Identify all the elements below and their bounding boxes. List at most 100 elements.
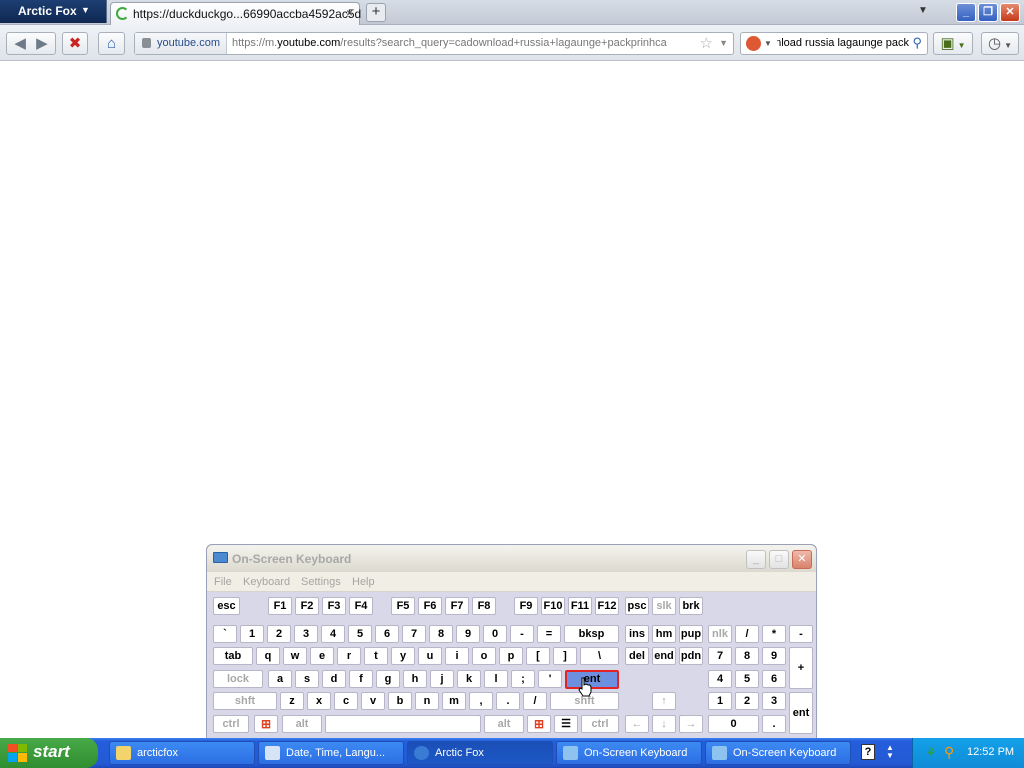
new-tab-button[interactable]: +: [366, 3, 386, 22]
key-w[interactable]: w: [283, 647, 307, 665]
menu-help[interactable]: Help: [352, 576, 375, 588]
menu-settings[interactable]: Settings: [301, 576, 341, 588]
scroll-arrows-icon[interactable]: ▲ ▼: [886, 744, 894, 760]
key-open-bracket[interactable]: [: [526, 647, 550, 665]
key-numpad-3[interactable]: 3: [762, 692, 786, 710]
back-arrow-icon[interactable]: ◀: [14, 35, 26, 52]
key-f1[interactable]: F1: [268, 597, 292, 615]
bookmark-star-icon[interactable]: ☆: [700, 34, 713, 52]
key-v[interactable]: v: [361, 692, 385, 710]
key-brk[interactable]: brk: [679, 597, 703, 615]
key-tab[interactable]: tab: [213, 647, 253, 665]
key-a[interactable]: a: [268, 670, 292, 688]
key-f4[interactable]: F4: [349, 597, 373, 615]
home-button[interactable]: ⌂: [98, 32, 125, 55]
history-menu-button[interactable]: ◷ ▼: [981, 32, 1019, 55]
help-icon[interactable]: ?: [861, 744, 875, 760]
list-all-tabs-icon[interactable]: ▼: [918, 5, 928, 16]
key-f2[interactable]: F2: [295, 597, 319, 615]
key-right-alt[interactable]: alt: [484, 715, 524, 733]
key-q[interactable]: q: [256, 647, 280, 665]
key-numpad-8[interactable]: 8: [735, 647, 759, 665]
clock[interactable]: 12:52 PM: [967, 746, 1014, 758]
url-bar[interactable]: youtube.com https://m.youtube.com/result…: [134, 32, 734, 55]
key-numpad-enter[interactable]: ent: [789, 692, 813, 734]
minimize-button[interactable]: _: [956, 3, 976, 22]
key-f[interactable]: f: [349, 670, 373, 688]
forward-arrow-icon[interactable]: ▶: [36, 35, 48, 52]
key-left-shift[interactable]: shft: [213, 692, 277, 710]
key-l[interactable]: l: [484, 670, 508, 688]
key-hm[interactable]: hm: [652, 625, 676, 643]
key-del[interactable]: del: [625, 647, 649, 665]
key-end[interactable]: end: [652, 647, 676, 665]
key-j[interactable]: j: [430, 670, 454, 688]
key-y[interactable]: y: [391, 647, 415, 665]
search-bar[interactable]: ▼ download russia lagaunge pack ⚲: [740, 32, 928, 55]
key-n[interactable]: n: [415, 692, 439, 710]
key-f8[interactable]: F8: [472, 597, 496, 615]
key-h[interactable]: h: [403, 670, 427, 688]
key-close-bracket[interactable]: ]: [553, 647, 577, 665]
key-m[interactable]: m: [442, 692, 466, 710]
key-minus[interactable]: -: [510, 625, 534, 643]
key-psc[interactable]: psc: [625, 597, 649, 615]
key-f9[interactable]: F9: [514, 597, 538, 615]
key-t[interactable]: t: [364, 647, 388, 665]
site-identity-button[interactable]: youtube.com: [135, 33, 227, 54]
key-g[interactable]: g: [376, 670, 400, 688]
taskbar-item-arctic-fox[interactable]: Arctic Fox: [407, 741, 553, 765]
tab-active[interactable]: https://duckduckgo...66990accba4592ac5d …: [110, 2, 361, 25]
key-numpad-0[interactable]: 0: [708, 715, 759, 733]
key-r[interactable]: r: [337, 647, 361, 665]
key-backslash[interactable]: \: [580, 647, 619, 665]
key-9[interactable]: 9: [456, 625, 480, 643]
url-history-dropdown-icon[interactable]: ▼: [719, 38, 728, 48]
key-7[interactable]: 7: [402, 625, 426, 643]
key-f11[interactable]: F11: [568, 597, 592, 615]
key-comma[interactable]: ,: [469, 692, 493, 710]
stop-button[interactable]: ✖: [62, 32, 88, 55]
key-numpad-6[interactable]: 6: [762, 670, 786, 688]
key-2[interactable]: 2: [267, 625, 291, 643]
key-equals[interactable]: =: [537, 625, 561, 643]
taskbar-item-date-time[interactable]: Date, Time, Langu...: [258, 741, 404, 765]
key-menu[interactable]: ☰: [554, 715, 578, 733]
key-k[interactable]: k: [457, 670, 481, 688]
key-right-arrow[interactable]: →: [679, 715, 703, 733]
key-left-windows[interactable]: ⊞: [254, 715, 278, 733]
osk-close-button[interactable]: ✕: [792, 550, 812, 569]
key-s[interactable]: s: [295, 670, 319, 688]
key-x[interactable]: x: [307, 692, 331, 710]
search-icon[interactable]: ⚲: [912, 35, 922, 51]
key-left-arrow[interactable]: ←: [625, 715, 649, 733]
key-numpad-decimal[interactable]: .: [762, 715, 786, 733]
key-f5[interactable]: F5: [391, 597, 415, 615]
key-nlk[interactable]: nlk: [708, 625, 732, 643]
tab-close-icon[interactable]: ×: [346, 6, 353, 20]
key-numpad-9[interactable]: 9: [762, 647, 786, 665]
key-numpad-5[interactable]: 5: [735, 670, 759, 688]
key-c[interactable]: c: [334, 692, 358, 710]
key-right-windows[interactable]: ⊞: [527, 715, 551, 733]
key-backspace[interactable]: bksp: [564, 625, 619, 643]
key-f7[interactable]: F7: [445, 597, 469, 615]
key-d[interactable]: d: [322, 670, 346, 688]
key-z[interactable]: z: [280, 692, 304, 710]
key-pup[interactable]: pup: [679, 625, 703, 643]
key-semicolon[interactable]: ;: [511, 670, 535, 688]
close-window-button[interactable]: ✕: [1000, 3, 1020, 22]
key-numpad-multiply[interactable]: *: [762, 625, 786, 643]
bookmarks-menu-button[interactable]: ▣ ▼: [933, 32, 973, 55]
osk-minimize-button[interactable]: _: [746, 550, 766, 569]
network-icon[interactable]: ⚘: [925, 745, 939, 760]
key-numpad-divide[interactable]: /: [735, 625, 759, 643]
key-i[interactable]: i: [445, 647, 469, 665]
back-forward-buttons[interactable]: ◀ ▶: [6, 32, 56, 55]
key-slash[interactable]: /: [523, 692, 547, 710]
key-f12[interactable]: F12: [595, 597, 619, 615]
key-numpad-minus[interactable]: -: [789, 625, 813, 643]
app-menu-button[interactable]: Arctic Fox ▼: [0, 0, 107, 23]
engine-dropdown-icon[interactable]: ▼: [764, 39, 772, 48]
key-1[interactable]: 1: [240, 625, 264, 643]
